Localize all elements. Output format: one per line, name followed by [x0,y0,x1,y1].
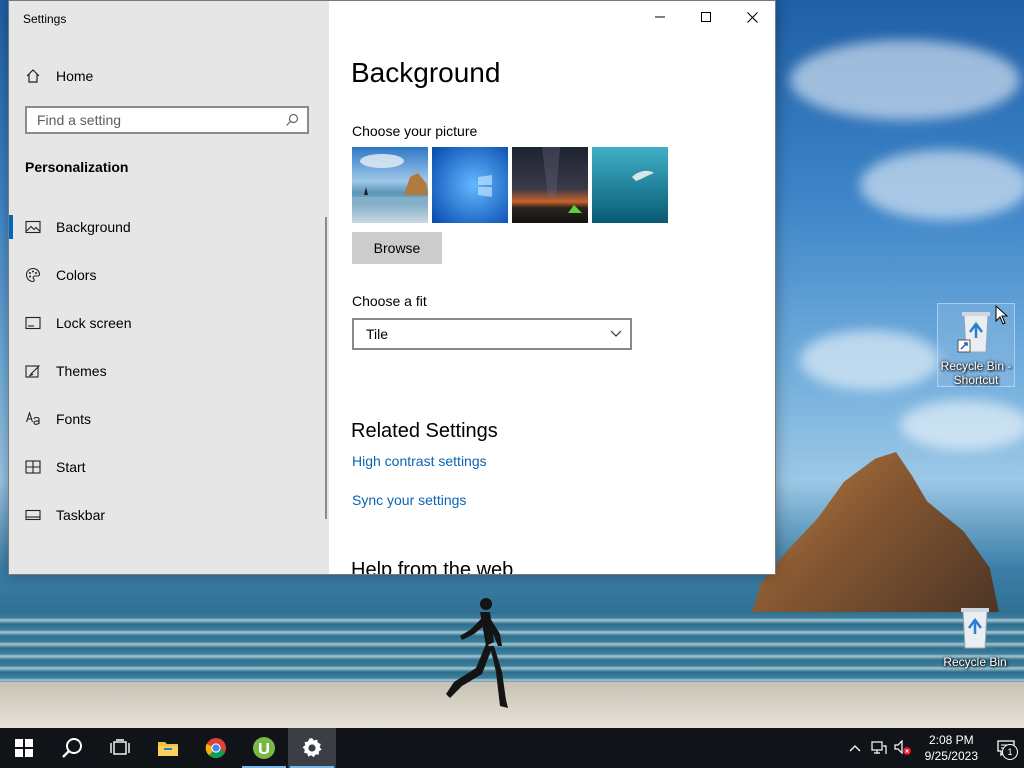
settings-sidebar: Settings Home Personalization Background [9,1,329,574]
choose-fit-dropdown[interactable]: Tile [352,318,632,350]
nav-list: Background Colors Lock screen Themes Fon… [9,203,325,539]
sidebar-item-label: Fonts [56,411,92,427]
window-title: Settings [23,12,67,26]
settings-taskbar-button[interactable] [288,728,336,768]
nav-home[interactable]: Home [25,65,93,87]
night-sky-tent-picture[interactable] [512,147,588,223]
volume-button[interactable] [891,728,915,768]
action-center-button[interactable]: 1 [988,728,1024,768]
chevron-up-icon [849,745,861,752]
chevron-down-icon [610,330,622,337]
windows-blue-thumbnail [432,147,508,223]
sync-settings-link[interactable]: Sync your settings [352,492,466,508]
chrome-button[interactable] [192,728,240,768]
settings-gear-icon [302,738,322,758]
cloud [790,40,1020,120]
sidebar-item-taskbar[interactable]: Taskbar [9,491,325,539]
task-view-button[interactable] [96,728,144,768]
taskbar-search-button[interactable] [48,728,96,768]
cloud [800,330,940,390]
taskbar-clock[interactable]: 2:08 PM 9/25/2023 [915,732,988,764]
sidebar-item-background[interactable]: Background [9,203,325,251]
windows-blue-picture[interactable] [432,147,508,223]
sidebar-item-lock-screen[interactable]: Lock screen [9,299,325,347]
sidebar-item-label: Taskbar [56,507,106,523]
sidebar-item-label: Lock screen [56,315,132,331]
sidebar-item-label: Themes [56,363,107,379]
beach-rock-thumbnail [352,147,428,223]
underwater-thumbnail [592,147,668,223]
sidebar-item-themes[interactable]: Themes [9,347,325,395]
nav-home-label: Home [56,68,94,84]
page-title: Background [351,57,501,88]
night-sky-thumbnail [512,147,588,223]
underwater-swimmer-picture[interactable] [592,147,668,223]
recycle-bin-icon [957,312,990,353]
picture-thumbnails [352,147,668,223]
taskbar-icon [25,509,41,521]
sidebar-scrollbar[interactable] [325,217,327,519]
home-icon [26,69,40,83]
cloud [860,150,1024,220]
taskbar: 2:08 PM 9/25/2023 1 [0,728,1024,768]
sidebar-item-label: Background [56,219,131,235]
background-settings-content: Background Choose your picture Browse Ch… [351,1,771,574]
beach-sand [0,682,1024,728]
chrome-icon [205,738,226,759]
sidebar-item-label: Start [56,459,86,475]
search-icon[interactable] [285,113,299,127]
browse-button[interactable]: Browse [352,232,442,264]
find-setting-search-box[interactable] [25,106,309,134]
utorrent-icon [253,737,275,759]
system-tray: 2:08 PM 9/25/2023 1 [843,728,1024,768]
recycle-bin-icon [961,608,989,649]
clock-date: 9/25/2023 [924,749,978,763]
clock-time: 2:08 PM [928,733,974,747]
volume-muted-icon [894,740,911,755]
lock-screen-icon [25,316,41,330]
desktop-icon-label: Recycle Bin - Shortcut [940,359,1012,387]
related-settings-heading: Related Settings [351,420,498,442]
fit-selected-value: Tile [366,326,389,342]
sea-rock [750,452,1000,617]
start-button[interactable] [0,728,48,768]
sea-waves [0,612,1024,682]
file-explorer-icon [158,742,178,756]
runner-silhouette [446,598,508,708]
desktop-icon-label: Recycle Bin [943,655,1007,669]
cloud [900,400,1024,450]
search-icon [62,738,82,758]
beach-rock-picture[interactable] [352,147,428,223]
sidebar-item-label: Colors [56,267,97,283]
settings-window: Settings Home Personalization Background [8,0,776,575]
sidebar-item-fonts[interactable]: Fonts [9,395,325,443]
network-button[interactable] [867,728,891,768]
network-icon [871,741,887,754]
palette-icon [25,267,41,283]
recycle-bin-desktop-icon[interactable]: Recycle Bin [937,600,1013,670]
show-hidden-icons-button[interactable] [843,728,867,768]
sidebar-item-colors[interactable]: Colors [9,251,325,299]
start-icon [25,460,41,474]
section-title-personalization: Personalization [25,159,129,175]
task-view-icon [110,739,130,755]
file-explorer-button[interactable] [144,728,192,768]
choose-fit-label: Choose a fit [352,293,427,309]
fonts-icon [25,411,40,425]
help-from-web-heading: Help from the web [351,559,514,575]
high-contrast-settings-link[interactable]: High contrast settings [352,453,487,469]
themes-icon [25,365,40,378]
choose-picture-label: Choose your picture [352,123,478,139]
picture-icon [25,220,41,234]
mouse-cursor-icon [995,305,1009,325]
windows-logo-icon [15,739,33,757]
utorrent-button[interactable] [240,728,288,768]
notification-count-badge: 1 [1002,744,1018,760]
find-setting-input[interactable] [37,112,285,128]
sidebar-item-start[interactable]: Start [9,443,325,491]
